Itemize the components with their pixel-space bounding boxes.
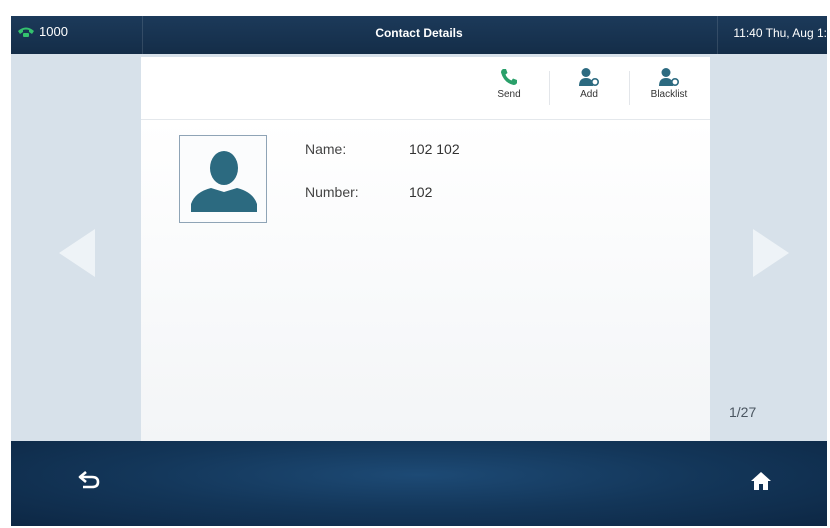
- blacklist-button[interactable]: Blacklist: [639, 63, 699, 115]
- name-label: Name:: [305, 141, 347, 157]
- home-button[interactable]: [737, 461, 785, 505]
- add-label: Add: [580, 89, 598, 100]
- clock: 11:40 Thu, Aug 1:: [733, 26, 827, 40]
- toolbar-divider: [629, 71, 630, 105]
- send-label: Send: [497, 89, 521, 100]
- status-bar: 1000 Contact Details 11:40 Thu, Aug 1:: [11, 16, 827, 54]
- left-arrow-icon: [59, 229, 95, 277]
- right-arrow-icon: [753, 229, 789, 277]
- status-divider: [717, 16, 718, 54]
- content-area: Send Add Blacklist Name: 102 102 Number:…: [11, 54, 827, 441]
- send-button[interactable]: Send: [479, 63, 539, 115]
- home-icon: [751, 472, 771, 490]
- page-title: Contact Details: [375, 26, 463, 40]
- blacklist-contact-icon: [659, 68, 680, 87]
- back-button[interactable]: [65, 461, 113, 505]
- add-contact-icon: [579, 68, 600, 87]
- avatar[interactable]: [179, 135, 267, 223]
- number-label: Number:: [305, 184, 359, 200]
- phone-screen: 1000 Contact Details 11:40 Thu, Aug 1: S…: [11, 16, 827, 526]
- back-icon: [78, 471, 100, 489]
- toolbar-divider: [549, 71, 550, 105]
- page-indicator: 1/27: [729, 404, 757, 420]
- number-value: 102: [409, 184, 433, 200]
- name-value: 102 102: [409, 141, 460, 157]
- bottom-bar: [11, 441, 827, 526]
- action-toolbar: Send Add Blacklist: [141, 57, 710, 120]
- add-button[interactable]: Add: [559, 63, 619, 115]
- next-contact-button[interactable]: [751, 229, 791, 277]
- previous-contact-button[interactable]: [57, 229, 97, 277]
- contact-avatar-icon: [191, 151, 257, 212]
- blacklist-label: Blacklist: [650, 89, 688, 100]
- contact-details: Name: 102 102 Number: 102: [141, 120, 710, 441]
- contact-card: Send Add Blacklist Name: 102 102 Number:…: [141, 57, 710, 441]
- phone-icon: [501, 69, 517, 85]
